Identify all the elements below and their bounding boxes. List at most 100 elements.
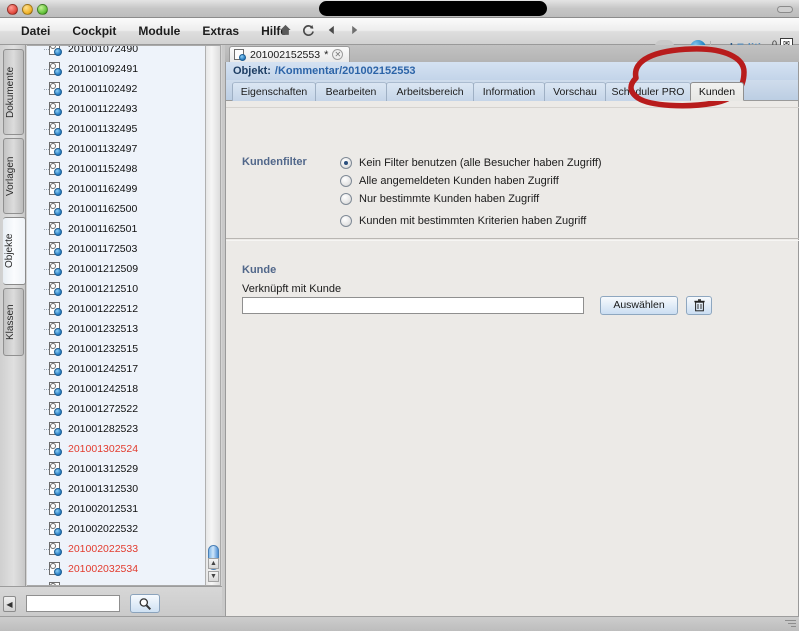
tree-item[interactable]: 201001212509: [27, 259, 220, 279]
object-icon: [48, 46, 62, 56]
tree-item[interactable]: 201001302524: [27, 439, 220, 459]
kundenfilter-option[interactable]: Alle angemeldeten Kunden haben Zugriff: [340, 172, 602, 189]
tree-item-label: 201001072490: [68, 45, 139, 55]
tree-item[interactable]: 201001162501: [27, 219, 220, 239]
tree-item[interactable]: 201001232515: [27, 339, 220, 359]
object-icon: [48, 282, 62, 296]
tree-item[interactable]: 201001222512: [27, 299, 220, 319]
tree-item[interactable]: 201002032534: [27, 559, 220, 579]
tree-item[interactable]: 201001162499: [27, 179, 220, 199]
tree-item[interactable]: 201001172503: [27, 239, 220, 259]
tree-item[interactable]: 201002022533: [27, 539, 220, 559]
tree-item[interactable]: 201001132495: [27, 119, 220, 139]
search-button[interactable]: [130, 594, 160, 613]
tab-vorschau[interactable]: Vorschau: [544, 82, 606, 101]
tree-item[interactable]: 201001092491: [27, 59, 220, 79]
sidebar-tab-dokumente[interactable]: Dokumente: [3, 49, 24, 135]
object-icon: [48, 382, 62, 396]
tab-arbeitsbereich[interactable]: Arbeitsbereich: [386, 82, 474, 101]
tree-item[interactable]: 201001152498: [27, 159, 220, 179]
tab-eigenschaften[interactable]: Eigenschaften: [232, 82, 316, 101]
object-icon: [48, 422, 62, 436]
menu-datei[interactable]: Datei: [10, 22, 61, 40]
tree-scrollbar[interactable]: ▲ ▼: [205, 46, 220, 585]
kunde-section-divider-highlight: [226, 240, 799, 241]
tree-item[interactable]: 201002022532: [27, 519, 220, 539]
kundenfilter-option[interactable]: Kunden mit bestimmten Kriterien haben Zu…: [340, 212, 602, 229]
menu-cockpit[interactable]: Cockpit: [61, 22, 127, 40]
radio-button[interactable]: [340, 214, 352, 227]
tree-item[interactable]: 201001282523: [27, 419, 220, 439]
tree-item[interactable]: 201001162500: [27, 199, 220, 219]
search-input[interactable]: [26, 595, 120, 612]
tree-item[interactable]: 201001122493: [27, 99, 220, 119]
tree-item[interactable]: 201001312530: [27, 479, 220, 499]
tree-item-label: 201002022533: [68, 542, 139, 555]
tree-item-label: 201001132495: [68, 122, 138, 135]
back-icon[interactable]: [325, 23, 338, 37]
object-icon: [48, 202, 62, 216]
sidebar-tab-objekte[interactable]: Objekte: [3, 217, 26, 285]
toolbar-toggle-button[interactable]: [777, 6, 793, 13]
collapse-left-icon[interactable]: ◀: [3, 596, 16, 612]
object-icon: [48, 562, 62, 576]
close-icon[interactable]: ✕: [332, 49, 344, 60]
tree-item[interactable]: 201001242518: [27, 379, 220, 399]
object-icon: [48, 542, 62, 556]
reload-icon[interactable]: [302, 23, 315, 37]
tab-bearbeiten[interactable]: Bearbeiten: [315, 82, 387, 101]
tab-kunden[interactable]: Kunden: [690, 82, 744, 101]
home-icon[interactable]: [279, 23, 292, 37]
resize-grip-icon[interactable]: [785, 620, 796, 629]
scroll-up-icon[interactable]: ▲: [208, 558, 219, 569]
panel-top-divider: [226, 107, 799, 108]
object-tree-pane: 201001072490 201001092491 201001102492 2010…: [27, 45, 221, 586]
forward-icon[interactable]: [348, 23, 361, 37]
menu-module[interactable]: Module: [127, 22, 191, 40]
tree-item[interactable]: 201001272522: [27, 399, 220, 419]
object-icon: [48, 182, 62, 196]
scroll-down-icon[interactable]: ▼: [208, 571, 219, 582]
tree-item-label: 201001212510: [68, 282, 139, 295]
radio-button[interactable]: [340, 192, 352, 205]
tree-item-label: 201001282523: [68, 422, 139, 435]
tree-item[interactable]: 201002032534: [27, 579, 220, 585]
sidebar-tab-vorlagen[interactable]: Vorlagen: [3, 138, 24, 214]
tree-item[interactable]: 201002012531: [27, 499, 220, 519]
tree-item[interactable]: 201001242517: [27, 359, 220, 379]
tab-information[interactable]: Information: [473, 82, 545, 101]
object-path-bar: Objekt: /Kommentar/201002152553: [225, 62, 799, 80]
object-icon: [48, 222, 62, 236]
object-label: Objekt:: [233, 65, 271, 77]
delete-kunde-button[interactable]: [686, 296, 712, 315]
tree-item-label: 201001222512: [68, 302, 139, 315]
object-icon: [48, 462, 62, 476]
tree-item[interactable]: 201001132497: [27, 139, 220, 159]
radio-button[interactable]: [340, 156, 352, 169]
menu-extras[interactable]: Extras: [191, 22, 250, 40]
kundenfilter-option[interactable]: Kein Filter benutzen (alle Besucher habe…: [340, 154, 602, 171]
object-icon: [48, 82, 62, 96]
kunde-input[interactable]: [242, 297, 584, 314]
auswaehlen-button[interactable]: Auswählen: [600, 296, 678, 315]
menu-bar: Datei Cockpit Module Extras Hilfe e: [0, 18, 799, 61]
tree-item-label: 201001312530: [68, 482, 139, 495]
tree-item-label: 201001232515: [68, 342, 139, 355]
object-icon: [48, 482, 62, 496]
tree-item-label: 201001312529: [68, 462, 139, 475]
tree-item[interactable]: 201001072490: [27, 45, 220, 59]
tree-item-label: 201001272522: [68, 402, 139, 415]
kunde-section-title: Kunde: [242, 264, 277, 276]
tree-item[interactable]: 201001232513: [27, 319, 220, 339]
tree-item[interactable]: 201001102492: [27, 79, 220, 99]
sidebar-tab-klassen[interactable]: Klassen: [3, 288, 24, 356]
radio-button[interactable]: [340, 174, 352, 187]
tab-scheduler-pro[interactable]: Scheduler PRO: [605, 82, 691, 101]
tree-item[interactable]: 201001212510: [27, 279, 220, 299]
object-path: /Kommentar/201002152553: [274, 65, 416, 77]
trash-icon: [693, 299, 705, 312]
kundenfilter-option[interactable]: Nur bestimmte Kunden haben Zugriff: [340, 190, 602, 207]
document-tab[interactable]: 201002152553 * ✕: [229, 46, 351, 62]
tree-item[interactable]: 201001312529: [27, 459, 220, 479]
object-tree: 201001072490 201001092491 201001102492 2010…: [27, 45, 220, 585]
